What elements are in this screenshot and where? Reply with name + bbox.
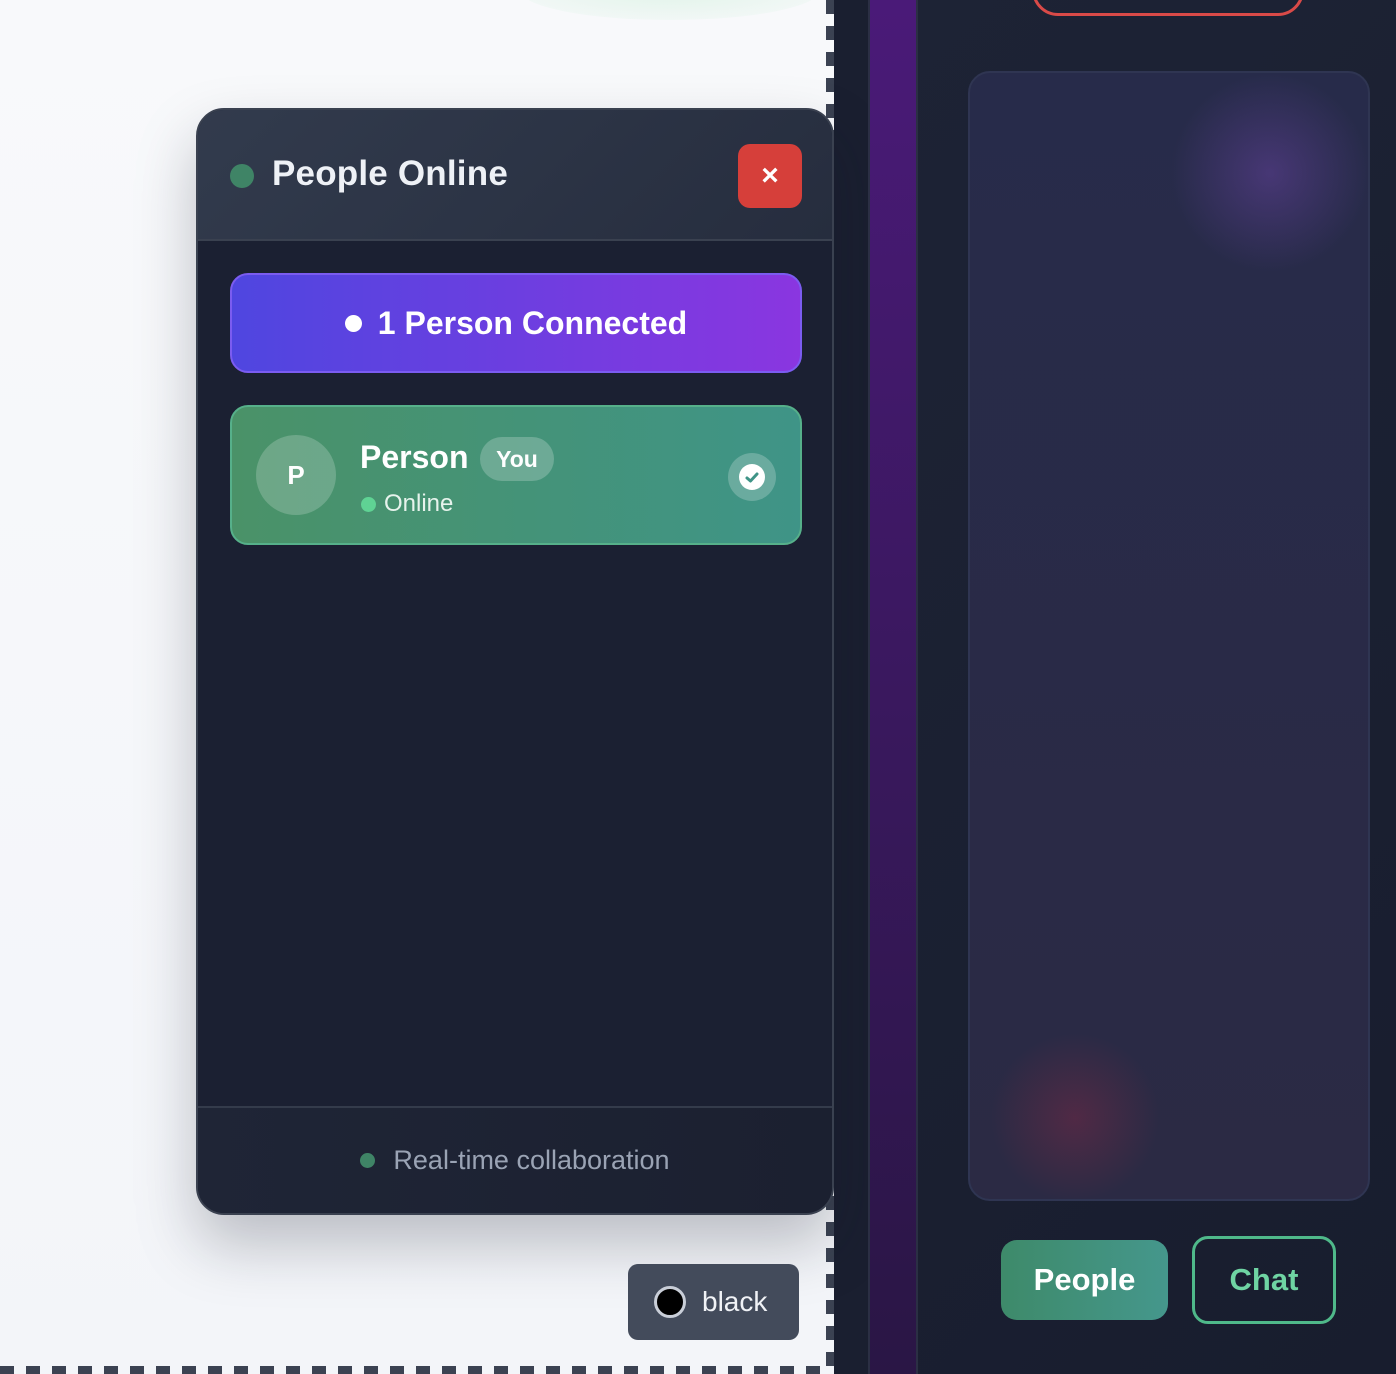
panel-footer: Real-time collaboration <box>198 1106 832 1213</box>
connected-count-label: 1 Person Connected <box>377 304 688 341</box>
online-dot-icon <box>361 497 376 512</box>
check-icon <box>728 453 776 501</box>
top-button[interactable] <box>1032 0 1304 16</box>
person-card[interactable]: P Person You Online <box>230 405 802 545</box>
people-panel: People Online × 1 Person Connected P Per… <box>196 108 834 1215</box>
color-swatch-icon <box>654 1286 686 1318</box>
glow-decoration <box>990 1033 1160 1199</box>
person-status: Online <box>384 490 454 517</box>
dot-icon <box>344 314 362 332</box>
tab-people[interactable]: People <box>1001 1240 1168 1320</box>
glow-decoration <box>1170 73 1368 273</box>
panel-header: People Online × <box>198 110 832 241</box>
close-button[interactable]: × <box>738 144 802 208</box>
footer-text: Real-time collaboration <box>393 1145 670 1175</box>
video-preview <box>968 71 1370 1201</box>
toolbar-strip <box>868 0 918 1374</box>
you-badge: You <box>480 437 554 481</box>
live-dot-icon <box>360 1153 376 1168</box>
color-label: black <box>702 1286 768 1317</box>
person-name: Person <box>360 439 469 475</box>
color-picker-button[interactable]: black <box>628 1264 799 1340</box>
canvas-border <box>0 1366 830 1374</box>
status-dot-icon <box>230 164 254 188</box>
panel-title: People Online <box>272 154 508 193</box>
tab-chat[interactable]: Chat <box>1192 1236 1336 1324</box>
connected-count-banner: 1 Person Connected <box>230 273 802 373</box>
avatar: P <box>256 435 336 515</box>
